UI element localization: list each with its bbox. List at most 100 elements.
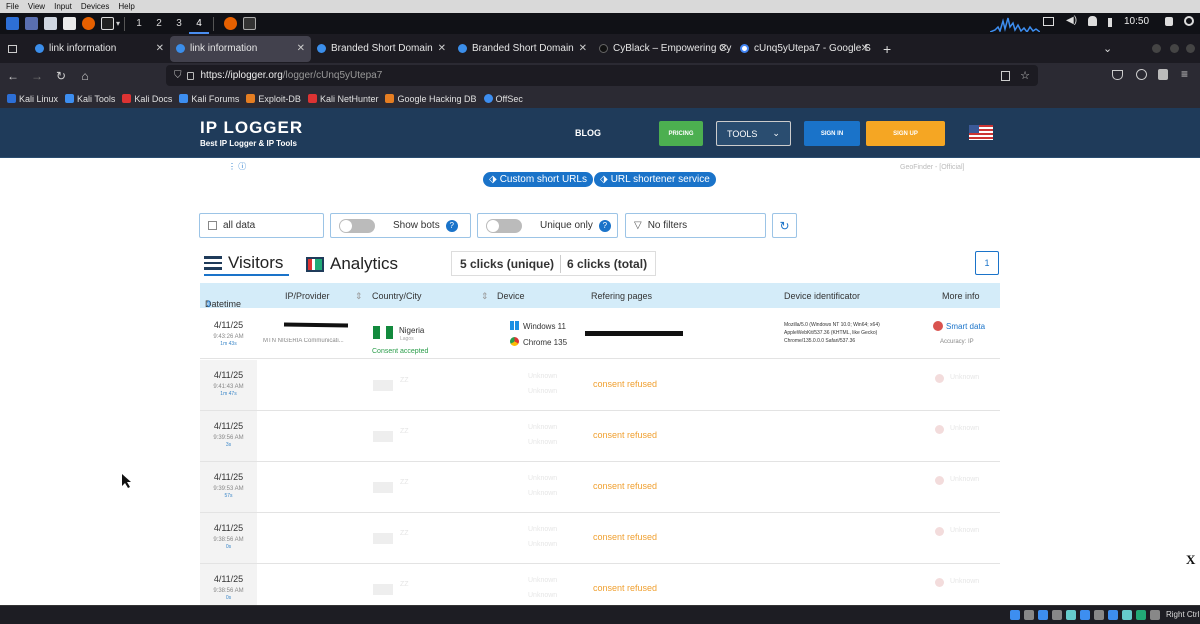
url-bar[interactable]: ⛉ https://iplogger.org /logger/cUnq5yUte… — [166, 65, 1038, 86]
close-icon[interactable]: ✕ — [156, 43, 164, 54]
hard-disk-icon[interactable] — [1010, 610, 1020, 620]
col-device[interactable]: Device — [497, 291, 525, 301]
show-bots-toggle[interactable] — [339, 218, 375, 233]
maximize-button[interactable] — [1170, 44, 1179, 53]
col-refering-pages[interactable]: Refering pages — [591, 291, 652, 301]
table-row[interactable]: 4/11/25 9:39:56 AM 3s ZZ Unknown Unknown… — [200, 411, 1000, 462]
extensions-icon[interactable] — [1158, 69, 1168, 80]
recording-icon[interactable] — [1108, 610, 1118, 620]
show-bots-filter[interactable]: Show bots ? — [330, 213, 471, 238]
workspace-3[interactable]: 3 — [169, 14, 189, 34]
reader-view-icon[interactable] — [1001, 70, 1010, 81]
bookmark-exploit-db[interactable]: Exploit-DB — [246, 94, 301, 104]
new-tab-button[interactable]: + — [883, 41, 891, 57]
minimize-button[interactable] — [1152, 44, 1161, 53]
url-shortener-link[interactable]: ⬗ URL shortener service — [594, 172, 716, 187]
close-icon[interactable]: ✕ — [861, 43, 869, 54]
col-more-info[interactable]: More info — [942, 291, 980, 301]
bookmark-kali-linux[interactable]: Kali Linux — [7, 94, 58, 104]
bookmark-kali-docs[interactable]: Kali Docs — [122, 94, 172, 104]
bookmark-kali-forums[interactable]: Kali Forums — [179, 94, 239, 104]
col-country-city[interactable]: Country/City — [372, 291, 422, 301]
us-flag-icon[interactable] — [969, 125, 993, 140]
geofinder-note[interactable]: GeoFinder - [Official] — [900, 164, 964, 171]
pocket-icon[interactable] — [1112, 70, 1123, 80]
close-icon[interactable]: ✕ — [438, 43, 446, 54]
unique-only-toggle[interactable] — [486, 218, 522, 233]
nav-blog[interactable]: BLOG — [575, 128, 601, 138]
site-logo[interactable]: IP LOGGER Best IP Logger & IP Tools — [200, 118, 303, 148]
usb-icon[interactable] — [1066, 610, 1076, 620]
close-icon[interactable]: ✕ — [579, 43, 587, 54]
refresh-button[interactable]: ↻ — [772, 213, 797, 238]
tools-dropdown[interactable]: TOOLS ⌄ — [716, 121, 791, 146]
audio-icon[interactable] — [1038, 610, 1048, 620]
close-icon[interactable]: ✕ — [297, 43, 305, 54]
mouse-integration-icon[interactable] — [1136, 610, 1146, 620]
text-editor-icon[interactable] — [63, 17, 76, 30]
network-icon[interactable] — [1052, 610, 1062, 620]
custom-short-urls-link[interactable]: ⬗ Custom short URLs — [483, 172, 593, 187]
bookmark-kali-tools[interactable]: Kali Tools — [65, 94, 115, 104]
vm-menu-view[interactable]: View — [28, 2, 45, 11]
vm-menu-devices[interactable]: Devices — [81, 2, 109, 11]
bookmark-kali-nethunter[interactable]: Kali NetHunter — [307, 94, 378, 104]
tab-google-search[interactable]: cUnq5yUtepa7 - Google S ✕ — [734, 36, 875, 62]
info-mark[interactable]: ⋮ ⓘ — [228, 161, 246, 172]
display-icon[interactable] — [1043, 17, 1054, 26]
tab-visitors[interactable]: Visitors — [204, 252, 290, 276]
table-row[interactable]: 4/11/25 9:39:53 AM 57s ZZ Unknown Unknow… — [200, 462, 1000, 513]
help-icon[interactable]: ? — [598, 219, 611, 232]
close-overlay-button[interactable]: X — [1186, 552, 1195, 568]
notification-bell-icon[interactable] — [1088, 16, 1097, 26]
unique-only-filter[interactable]: Unique only ? — [477, 213, 618, 238]
clock[interactable]: 10:50 — [1124, 16, 1149, 27]
date-filter[interactable]: all data — [199, 213, 324, 238]
no-filters-dropdown[interactable]: ▽ No filters — [625, 213, 766, 238]
terminal-icon[interactable] — [101, 17, 114, 30]
reload-icon[interactable]: ↻ — [50, 69, 72, 83]
table-row[interactable]: 4/11/25 9:38:56 AM 0s ZZ Unknown Unknown… — [200, 513, 1000, 564]
sort-icon[interactable]: ⇕ — [355, 291, 363, 302]
vm-menu-file[interactable]: File — [6, 2, 19, 11]
bookmark-star-icon[interactable]: ☆ — [1020, 69, 1030, 82]
table-row[interactable]: 4/11/25 9:43:26 AM 1m 43s MTN NIGERIA Co… — [200, 308, 1000, 359]
sign-in-button[interactable]: SIGN IN — [804, 121, 860, 146]
workspace-4[interactable]: 4 — [189, 14, 210, 34]
padlock-icon[interactable] — [186, 71, 194, 80]
vm-menu-help[interactable]: Help — [118, 2, 134, 11]
shield-icon[interactable]: ⛉ — [174, 70, 182, 81]
shared-folders-icon[interactable] — [1080, 610, 1090, 620]
account-icon[interactable] — [1136, 69, 1147, 80]
tab-link-information-1[interactable]: link information ✕ — [29, 36, 170, 62]
page-number-button[interactable]: 1 — [975, 251, 999, 275]
bookmark-google-hacking-db[interactable]: Google Hacking DB — [385, 94, 477, 104]
table-row[interactable]: 4/11/25 9:41:43 AM 1m 47s ZZ Unknown Unk… — [200, 360, 1000, 411]
keyboard-icon[interactable] — [1150, 610, 1160, 620]
back-arrow-icon[interactable]: ← — [2, 69, 24, 83]
lock-icon[interactable] — [1165, 17, 1173, 26]
col-device-identificator[interactable]: Device identificator — [784, 291, 860, 301]
sign-up-button[interactable]: SIGN UP — [866, 121, 945, 146]
kali-menu-icon[interactable] — [6, 17, 19, 30]
workspace-2[interactable]: 2 — [149, 14, 169, 34]
terminal-window-icon[interactable] — [243, 17, 257, 30]
chevron-down-icon[interactable]: ▾ — [116, 19, 120, 28]
firefox-window-icon[interactable] — [224, 17, 238, 30]
forward-arrow-icon[interactable]: → — [26, 69, 48, 83]
file-manager-icon[interactable] — [44, 17, 57, 30]
bookmark-offsec[interactable]: OffSec — [483, 94, 523, 104]
cpu-icon[interactable] — [1122, 610, 1132, 620]
workspace-1[interactable]: 1 — [129, 14, 149, 34]
optical-drive-icon[interactable] — [1024, 610, 1034, 620]
tab-branded-short-domain-2[interactable]: Branded Short Domain ✕ — [452, 36, 593, 62]
vm-menu-input[interactable]: Input — [54, 2, 72, 11]
tab-overview-icon[interactable] — [8, 44, 17, 53]
tab-cyblack[interactable]: CyBlack – Empowering Cy ✕ — [593, 36, 734, 62]
help-icon[interactable]: ? — [445, 219, 458, 232]
close-window-button[interactable] — [1186, 44, 1195, 53]
tab-list-chevron-icon[interactable]: ⌄ — [1103, 42, 1112, 55]
tab-analytics[interactable]: Analytics — [306, 252, 398, 276]
power-icon[interactable] — [1184, 16, 1194, 26]
tab-link-information-2[interactable]: link information ✕ — [170, 35, 311, 62]
